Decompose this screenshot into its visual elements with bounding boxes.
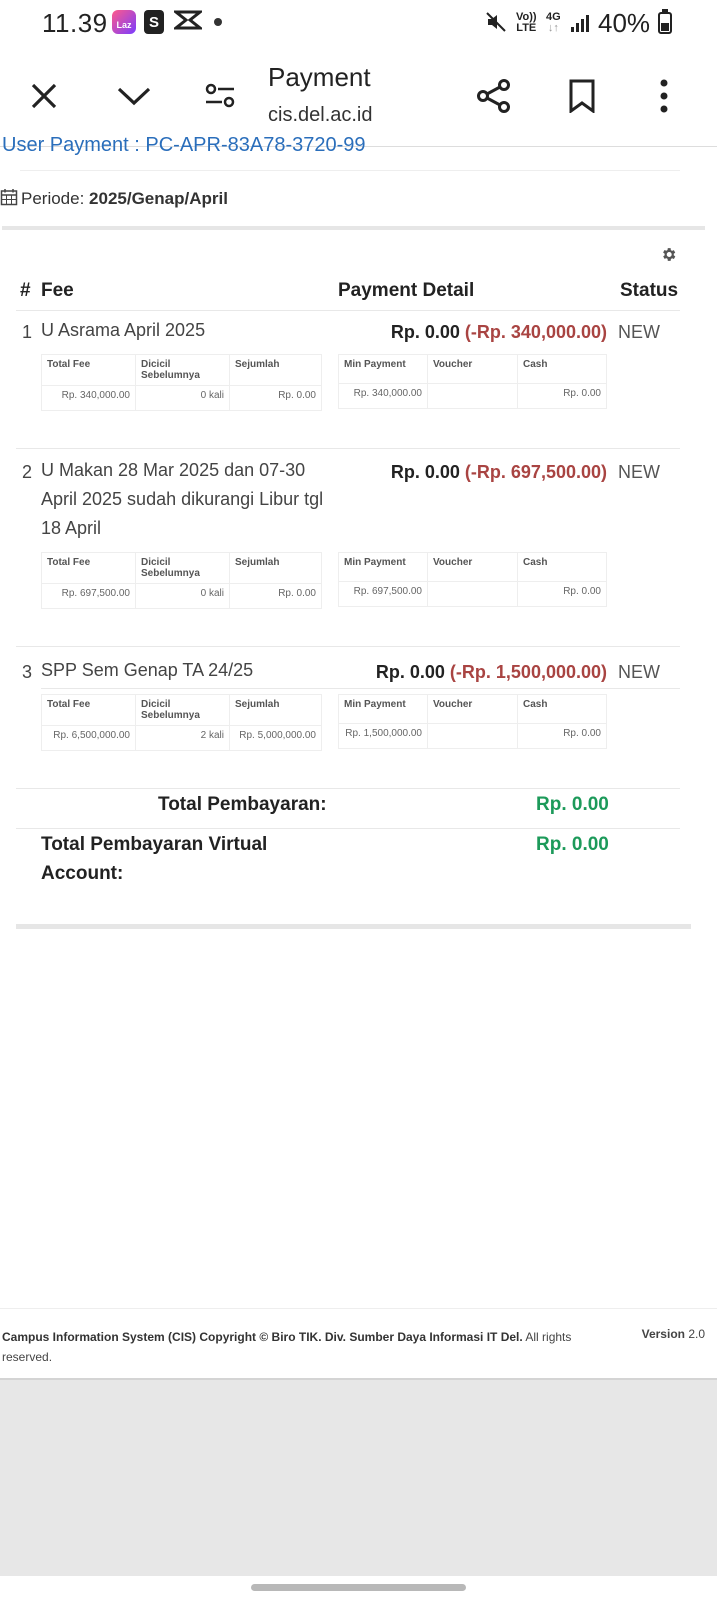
- item-name: SPP Sem Genap TA 24/25: [41, 660, 254, 680]
- row-divider: [41, 688, 680, 689]
- item-name: U Makan 28 Mar 2025 dan 07-30 April 2025…: [41, 460, 324, 538]
- min-payment-cell: Rp. 697,500.00: [338, 581, 428, 607]
- page-url[interactable]: cis.del.ac.id: [268, 104, 373, 127]
- total-va-label: Total Pembayaran Virtual Account:: [41, 834, 268, 884]
- item-amount: Rp. 0.00 (-Rp. 340,000.00): [390, 322, 607, 342]
- system-nav-bar: [0, 1576, 717, 1600]
- fee-breakdown-table: Total Fee Dicicil Sebelumnya Sejumlah Rp. …: [41, 354, 322, 411]
- total-payment-label: Total Pembayaran:: [158, 794, 327, 815]
- payment-breakdown-table: Min Payment Voucher Cash Rp. 697,500.00 Rp.…: [338, 552, 607, 607]
- item-number: 3: [22, 662, 33, 682]
- cash-cell: Rp. 0.00: [517, 723, 607, 749]
- row-divider: [16, 828, 680, 829]
- payment-breakdown-table: Min Payment Voucher Cash Rp. 340,000.00 Rp.…: [338, 354, 607, 409]
- section-divider: [16, 924, 691, 929]
- item-status: NEW: [618, 462, 660, 482]
- cash-cell: Rp. 0.00: [517, 581, 607, 607]
- section-divider: [2, 226, 705, 230]
- shopee-notification-icon: S: [144, 10, 164, 34]
- voucher-cell: [427, 723, 518, 749]
- item-amount: Rp. 0.00 (-Rp. 697,500.00): [390, 462, 607, 482]
- item-amount: Rp. 0.00 (-Rp. 1,500,000.00): [375, 662, 607, 682]
- lazada-notification-icon: Laz: [112, 10, 136, 34]
- row-divider: [16, 448, 680, 449]
- header-fee: Fee: [41, 280, 74, 301]
- header-payment-detail: Payment Detail: [338, 280, 475, 301]
- status-time: 11.39: [42, 8, 108, 38]
- sejumlah-cell: Rp. 0.00: [229, 583, 322, 609]
- dicicil-cell: 2 kali: [135, 725, 230, 751]
- voucher-cell: [427, 581, 518, 607]
- browser-toolbar: Payment cis.del.ac.id: [0, 48, 717, 147]
- status-bar: 11.39 Laz S Vo)) LTE 4G ↓↑ 40%: [0, 0, 717, 48]
- more-vert-icon[interactable]: [644, 76, 684, 116]
- divider: [20, 170, 680, 171]
- sejumlah-cell: Rp. 5,000,000.00: [229, 725, 322, 751]
- bookmark-icon[interactable]: [562, 76, 602, 116]
- item-number: 1: [22, 322, 33, 342]
- fee-breakdown-table: Total Fee Dicicil Sebelumnya Sejumlah Rp. …: [41, 552, 322, 609]
- close-icon[interactable]: [24, 76, 64, 116]
- row-divider: [16, 788, 680, 789]
- total-fee-cell: Rp. 697,500.00: [41, 583, 136, 609]
- item-status: NEW: [618, 322, 660, 342]
- chevron-down-icon[interactable]: [114, 76, 154, 116]
- min-payment-cell: Rp. 1,500,000.00: [338, 723, 428, 749]
- periode: Periode: 2025/Genap/April: [0, 188, 228, 211]
- payment-breakdown-table: Min Payment Voucher Cash Rp. 1,500,000.00 R…: [338, 694, 607, 749]
- header-status: Status: [620, 280, 679, 301]
- battery-icon: [658, 9, 672, 34]
- min-payment-cell: Rp. 340,000.00: [338, 383, 428, 409]
- header-num: #: [20, 280, 31, 301]
- user-payment-code: User Payment : PC-APR-83A78-3720-99: [2, 134, 366, 156]
- row-divider: [16, 310, 680, 311]
- cash-cell: Rp. 0.00: [517, 383, 607, 409]
- mute-icon: [484, 10, 508, 34]
- share-icon[interactable]: [474, 76, 514, 116]
- tune-icon[interactable]: [200, 76, 240, 116]
- page-title[interactable]: Payment: [268, 62, 371, 93]
- page-background: [0, 1378, 717, 1578]
- footer: Campus Information System (CIS) Copyrigh…: [0, 1308, 717, 1379]
- total-fee-cell: Rp. 340,000.00: [41, 385, 136, 411]
- battery-percent: 40%: [598, 8, 651, 38]
- calendar-icon: [0, 188, 18, 211]
- dicicil-cell: 0 kali: [135, 583, 230, 609]
- more-notifications-dot: [214, 18, 222, 26]
- sejumlah-cell: Rp. 0.00: [229, 385, 322, 411]
- item-status: NEW: [618, 662, 660, 682]
- voucher-cell: [427, 383, 518, 409]
- volte-icon: Vo)) LTE: [516, 11, 537, 34]
- periode-value: 2025/Genap/April: [89, 189, 228, 208]
- total-fee-cell: Rp. 6,500,000.00: [41, 725, 136, 751]
- total-va-value: Rp. 0.00: [536, 834, 609, 855]
- item-name: U Asrama April 2025: [41, 320, 206, 340]
- network-4g-icon: 4G ↓↑: [546, 11, 561, 34]
- signal-icon: [570, 12, 592, 34]
- periode-label: Periode:: [21, 189, 90, 208]
- capcut-notification-icon: [171, 9, 205, 35]
- item-number: 2: [22, 462, 33, 482]
- row-divider: [16, 646, 680, 647]
- dicicil-cell: 0 kali: [135, 385, 230, 411]
- total-payment-value: Rp. 0.00: [536, 794, 609, 815]
- footer-version: Version 2.0: [641, 1327, 705, 1341]
- footer-copyright: Campus Information System (CIS) Copyrigh…: [2, 1330, 572, 1364]
- gear-icon[interactable]: [660, 246, 677, 268]
- gesture-handle[interactable]: [251, 1584, 466, 1591]
- fee-breakdown-table: Total Fee Dicicil Sebelumnya Sejumlah Rp. …: [41, 694, 322, 751]
